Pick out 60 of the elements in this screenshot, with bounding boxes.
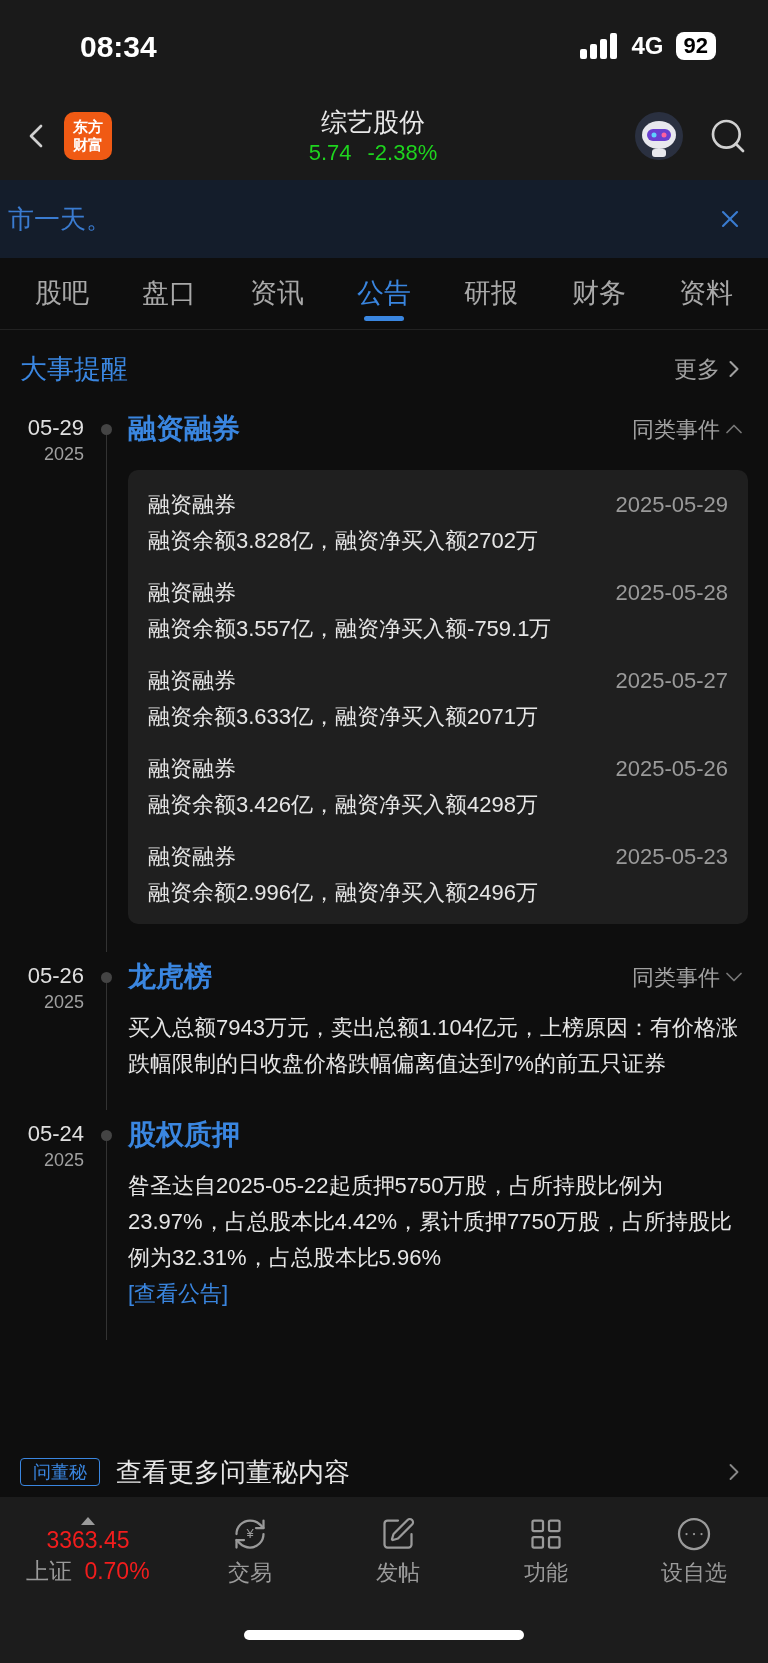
tab[interactable]: 研报 (456, 258, 527, 329)
toolbar-button[interactable]: 功能 (472, 1515, 620, 1589)
up-triangle-icon (81, 1517, 95, 1525)
price-change: -2.38% (367, 139, 438, 167)
similar-events-toggle[interactable]: 同类事件 (632, 412, 748, 446)
edit-icon (380, 1515, 416, 1552)
tab[interactable]: 资讯 (241, 258, 312, 329)
stock-name: 综艺股份 (321, 106, 425, 139)
event-date: 05-26 (27, 962, 84, 990)
toolbar-button[interactable]: ¥ 交易 (176, 1515, 324, 1589)
tab[interactable]: 公告 (348, 258, 419, 329)
event-title[interactable]: 龙虎榜 (128, 956, 212, 998)
toolbar-button[interactable]: 发帖 (324, 1515, 472, 1589)
item-title: 融资融券 (148, 754, 236, 783)
qa-link[interactable]: 查看更多问董秘内容 (116, 1452, 720, 1492)
event-description: 买入总额7943万元，卖出总额1.104亿元，上榜原因：有价格涨跌幅限制的日收盘价格跌幅偏离值达到7%的前五只证券 (128, 1014, 739, 1078)
item-date: 2025-05-23 (615, 842, 728, 871)
tab[interactable]: 盘口 (134, 258, 205, 329)
tab[interactable]: 资料 (671, 258, 742, 329)
index-value[interactable]: 3363.45 (46, 1525, 130, 1555)
event-year: 2025 (43, 991, 84, 1014)
item-title: 融资融券 (148, 666, 236, 695)
robot-avatar-icon[interactable] (634, 111, 684, 161)
item-text: 融资余额3.426亿，融资净买入额4298万 (148, 791, 539, 819)
stock-price: 5.74 (308, 139, 352, 167)
app-logo[interactable]: 东方财富 (64, 112, 112, 160)
item-date: 2025-05-26 (615, 754, 728, 783)
more-link[interactable]: 更多 (674, 351, 748, 387)
item-title: 融资融券 (148, 578, 236, 607)
event-date: 05-29 (27, 414, 84, 442)
item-text: 融资余额2.996亿，融资净买入额2496万 (148, 879, 539, 907)
item-date: 2025-05-27 (615, 666, 728, 695)
status-time: 08:34 (80, 28, 157, 65)
event-description: 昝圣达自2025-05-22起质押5750万股，占所持股比例为23.97%，占总股本比4.42%，累计质押7750万股，占所持股比例为32.31%，占总股本比5.96% (128, 1172, 733, 1272)
item-date: 2025-05-29 (615, 490, 728, 519)
event-date: 05-24 (27, 1120, 84, 1148)
index-name: 上证 (26, 1557, 73, 1586)
section-title: 大事提醒 (20, 352, 128, 386)
view-announcement-link[interactable]: [查看公告] (128, 1281, 229, 1306)
banner-text: 市一天。 (8, 202, 112, 236)
toolbar-button[interactable]: 设自选 (620, 1515, 768, 1589)
event-year: 2025 (43, 443, 84, 466)
signal-icon (579, 33, 620, 59)
item-text: 融资余额3.557亿，融资净买入额-759.1万 (148, 615, 553, 643)
tab[interactable]: 股吧 (26, 258, 97, 329)
item-title: 融资融券 (148, 490, 236, 519)
battery-indicator: 92 (675, 32, 716, 60)
event-year: 2025 (43, 1149, 84, 1172)
tab[interactable]: 财务 (563, 258, 634, 329)
item-date: 2025-05-28 (615, 578, 728, 607)
similar-events-toggle[interactable]: 同类事件 (632, 960, 748, 994)
item-text: 融资余额3.828亿，融资净买入额2702万 (148, 527, 539, 555)
network-label: 4G (631, 31, 664, 61)
event-title[interactable]: 股权质押 (128, 1114, 240, 1156)
item-text: 融资余额3.633亿，融资净买入额2071万 (148, 703, 539, 731)
event-title[interactable]: 融资融券 (128, 408, 240, 450)
more-icon (676, 1515, 712, 1552)
qa-tag: 问董秘 (20, 1458, 100, 1486)
index-change: 0.70% (84, 1557, 150, 1586)
item-title: 融资融券 (148, 842, 236, 871)
